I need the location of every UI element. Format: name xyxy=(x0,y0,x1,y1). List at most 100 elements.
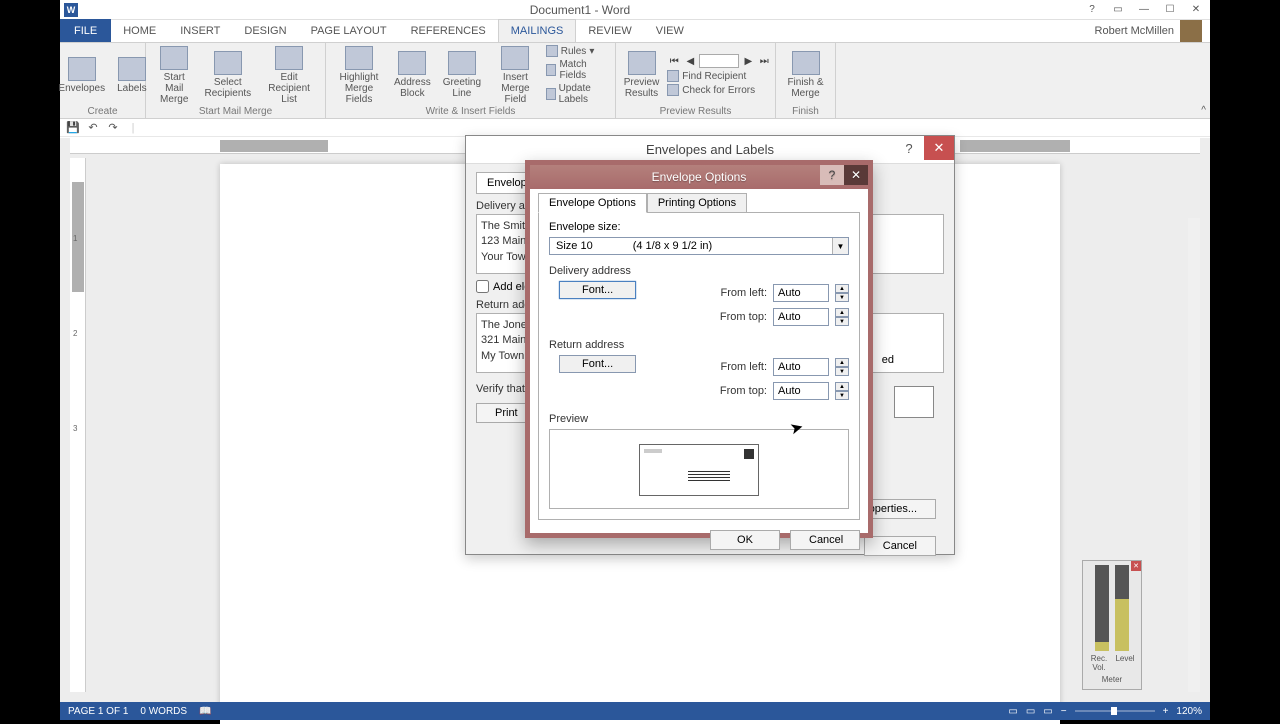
group-create-label: Create xyxy=(60,106,145,117)
vertical-scrollbar[interactable] xyxy=(1188,218,1200,692)
qat-sep: | xyxy=(126,121,140,135)
account-name: Robert McMillen xyxy=(1095,25,1174,37)
spin-down-icon[interactable]: ▼ xyxy=(835,391,849,400)
audio-meter-panel[interactable]: ✕ Rec. Vol. Level Meter xyxy=(1082,560,1142,690)
spin-up-icon[interactable]: ▲ xyxy=(835,358,849,367)
minimize-btn[interactable]: — xyxy=(1134,3,1154,17)
spin-down-icon[interactable]: ▼ xyxy=(835,293,849,302)
select-recipients-btn[interactable]: Select Recipients xyxy=(200,49,255,101)
envelope-preview xyxy=(639,444,759,496)
view-print-icon[interactable]: ▭ xyxy=(1026,706,1035,717)
mail-merge-icon xyxy=(160,46,188,70)
spin-up-icon[interactable]: ▲ xyxy=(835,382,849,391)
account-area[interactable]: Robert McMillen xyxy=(1087,20,1210,42)
meter-close-btn[interactable]: ✕ xyxy=(1131,561,1141,571)
find-recipient-btn[interactable]: Find Recipient xyxy=(667,70,771,82)
finish-merge-btn[interactable]: Finish & Merge xyxy=(783,49,827,101)
zoom-in-btn[interactable]: + xyxy=(1163,706,1169,717)
spin-down-icon[interactable]: ▼ xyxy=(835,317,849,326)
envelope-size-select[interactable]: Size 10(4 1/8 x 9 1/2 in) ▼ xyxy=(549,237,849,255)
insert-merge-field-btn[interactable]: Insert Merge Field xyxy=(489,44,542,107)
next-record-btn[interactable]: ▶ xyxy=(741,54,755,68)
redo-icon[interactable]: ↷ xyxy=(106,121,120,135)
highlight-fields-btn[interactable]: Highlight Merge Fields xyxy=(332,44,386,107)
env-address-icon xyxy=(688,471,730,481)
undo-icon[interactable]: ↶ xyxy=(86,121,100,135)
match-fields-btn[interactable]: Match Fields xyxy=(546,59,609,81)
return-from-left-input[interactable] xyxy=(773,358,829,376)
tab-view[interactable]: VIEW xyxy=(644,19,696,42)
level-bar xyxy=(1115,565,1129,651)
update-icon xyxy=(546,88,556,100)
envelopes-btn[interactable]: Envelopes xyxy=(54,55,109,96)
last-record-btn[interactable]: ⏭ xyxy=(757,54,771,68)
ribbon-display-btn[interactable]: ▭ xyxy=(1108,3,1128,17)
envelope-options-dialog: Envelope Options ? ✕ Envelope Options Pr… xyxy=(525,160,873,538)
help-btn[interactable]: ? xyxy=(1082,3,1102,17)
proofing-icon[interactable]: 📖 xyxy=(199,706,211,717)
address-block-btn[interactable]: Address Block xyxy=(390,49,435,101)
ok-button[interactable]: OK xyxy=(710,530,780,550)
zoom-level[interactable]: 120% xyxy=(1176,706,1202,717)
feed-label-fragment: ed xyxy=(882,354,894,366)
group-finish-label: Finish xyxy=(776,106,835,117)
save-icon[interactable]: 💾 xyxy=(66,121,80,135)
file-tab[interactable]: FILE xyxy=(60,19,111,42)
close-btn[interactable]: ✕ xyxy=(1186,3,1206,17)
start-mail-merge-btn[interactable]: Start Mail Merge xyxy=(152,44,196,107)
record-number-input[interactable] xyxy=(699,54,739,68)
greeting-line-btn[interactable]: Greeting Line xyxy=(439,49,485,101)
dlg2-titlebar[interactable]: Envelope Options ? ✕ xyxy=(530,165,868,189)
tab-mailings[interactable]: MAILINGS xyxy=(498,19,577,42)
dlg1-help-btn[interactable]: ? xyxy=(894,136,924,160)
preview-panel xyxy=(549,429,849,509)
preview-results-btn[interactable]: Preview Results xyxy=(620,49,664,101)
first-record-btn[interactable]: ⏮ xyxy=(667,54,681,68)
match-icon xyxy=(546,64,557,76)
dlg2-help-btn[interactable]: ? xyxy=(820,165,844,185)
ribbon: Envelopes Labels Create Start Mail Merge… xyxy=(60,43,1210,119)
return-from-top-input[interactable] xyxy=(773,382,829,400)
vertical-ruler[interactable]: 123 xyxy=(70,158,86,692)
dlg1-cancel-button[interactable]: Cancel xyxy=(864,536,936,556)
dlg1-close-btn[interactable]: ✕ xyxy=(924,136,954,160)
tab-insert[interactable]: INSERT xyxy=(168,19,232,42)
tab-home[interactable]: HOME xyxy=(111,19,168,42)
delivery-font-button[interactable]: Font... xyxy=(559,281,636,299)
zoom-thumb[interactable] xyxy=(1111,707,1117,715)
add-electronic-checkbox[interactable] xyxy=(476,280,489,293)
update-labels-btn[interactable]: Update Labels xyxy=(546,83,609,105)
cancel-button[interactable]: Cancel xyxy=(790,530,860,550)
envelope-options-tab[interactable]: Envelope Options xyxy=(538,193,647,213)
page-indicator[interactable]: PAGE 1 OF 1 xyxy=(68,706,128,717)
env-stamp-icon xyxy=(744,449,754,459)
collapse-ribbon-btn[interactable]: ^ xyxy=(1201,105,1206,116)
printing-options-tab[interactable]: Printing Options xyxy=(647,193,747,213)
spin-up-icon[interactable]: ▲ xyxy=(835,284,849,293)
labels-btn[interactable]: Labels xyxy=(113,55,150,96)
zoom-out-btn[interactable]: − xyxy=(1061,706,1067,717)
group-preview-label: Preview Results xyxy=(616,106,775,117)
view-web-icon[interactable]: ▭ xyxy=(1043,706,1052,717)
maximize-btn[interactable]: ☐ xyxy=(1160,3,1180,17)
tab-references[interactable]: REFERENCES xyxy=(399,19,498,42)
insert-field-icon xyxy=(501,46,529,70)
tab-page-layout[interactable]: PAGE LAYOUT xyxy=(299,19,399,42)
tab-review[interactable]: REVIEW xyxy=(576,19,643,42)
prev-record-btn[interactable]: ◀ xyxy=(683,54,697,68)
delivery-from-top-input[interactable] xyxy=(773,308,829,326)
return-font-button[interactable]: Font... xyxy=(559,355,636,373)
dlg2-close-btn[interactable]: ✕ xyxy=(844,165,868,185)
delivery-from-left-input[interactable] xyxy=(773,284,829,302)
zoom-slider[interactable] xyxy=(1075,710,1155,712)
word-count[interactable]: 0 WORDS xyxy=(140,706,187,717)
spin-down-icon[interactable]: ▼ xyxy=(835,367,849,376)
view-read-icon[interactable]: ▭ xyxy=(1008,706,1017,717)
spin-up-icon[interactable]: ▲ xyxy=(835,308,849,317)
rules-btn[interactable]: Rules ▾ xyxy=(546,45,609,57)
dropdown-icon[interactable]: ▼ xyxy=(832,238,848,254)
check-errors-btn[interactable]: Check for Errors xyxy=(667,84,771,96)
edit-recipient-list-btn[interactable]: Edit Recipient List xyxy=(259,44,319,107)
feed-preview xyxy=(894,386,934,418)
tab-design[interactable]: DESIGN xyxy=(232,19,298,42)
